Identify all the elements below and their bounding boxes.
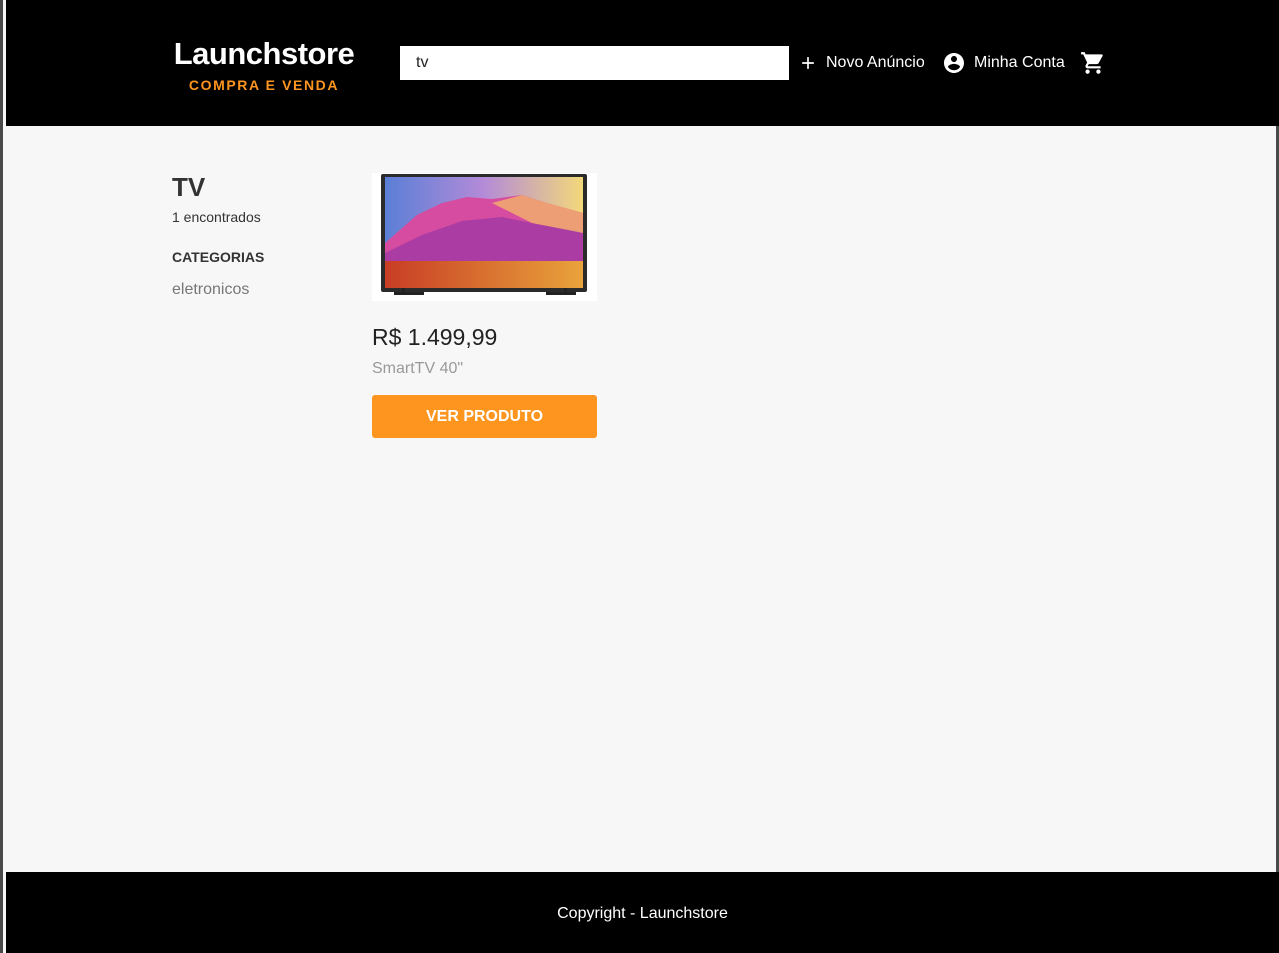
app-window: Launchstore COMPRA E VENDA Novo Anúncio … — [0, 0, 1279, 953]
product-name[interactable]: SmartTV 40" — [372, 359, 597, 379]
shopping-cart-icon — [1080, 50, 1106, 76]
account-circle-icon — [942, 51, 966, 75]
product-price: R$ 1.499,99 — [372, 324, 498, 350]
site-footer: Copyright - Launchstore — [6, 872, 1279, 953]
results-count: 1 encontrados — [172, 209, 261, 225]
my-account-link[interactable]: Minha Conta — [942, 50, 1065, 76]
search-input[interactable] — [400, 46, 789, 80]
logo-title: Launchstore — [173, 36, 355, 71]
my-account-label: Minha Conta — [974, 54, 1065, 71]
view-product-button[interactable]: VER PRODUTO — [372, 395, 597, 438]
logo-subtitle: COMPRA E VENDA — [188, 77, 340, 93]
product-image[interactable] — [372, 173, 597, 301]
category-link-eletronicos[interactable]: eletronicos — [172, 280, 352, 300]
results-sidebar: TV 1 encontrados CATEGORIAS eletronicos — [172, 170, 352, 300]
site-header: Launchstore COMPRA E VENDA Novo Anúncio … — [6, 0, 1279, 126]
plus-icon — [798, 53, 818, 73]
new-ad-link[interactable]: Novo Anúncio — [798, 50, 925, 76]
copyright-text: Copyright - Launchstore — [557, 904, 728, 922]
cart-button[interactable] — [1080, 50, 1114, 76]
product-card: R$ 1.499,99 SmartTV 40" VER PRODUTO — [372, 173, 597, 438]
new-ad-label: Novo Anúncio — [826, 54, 925, 71]
search-results-page: TV 1 encontrados CATEGORIAS eletronicos — [6, 126, 1279, 872]
search-term-heading: TV — [172, 172, 206, 202]
categories-heading: CATEGORIAS — [172, 249, 265, 265]
logo[interactable]: Launchstore COMPRA E VENDA — [173, 36, 355, 94]
